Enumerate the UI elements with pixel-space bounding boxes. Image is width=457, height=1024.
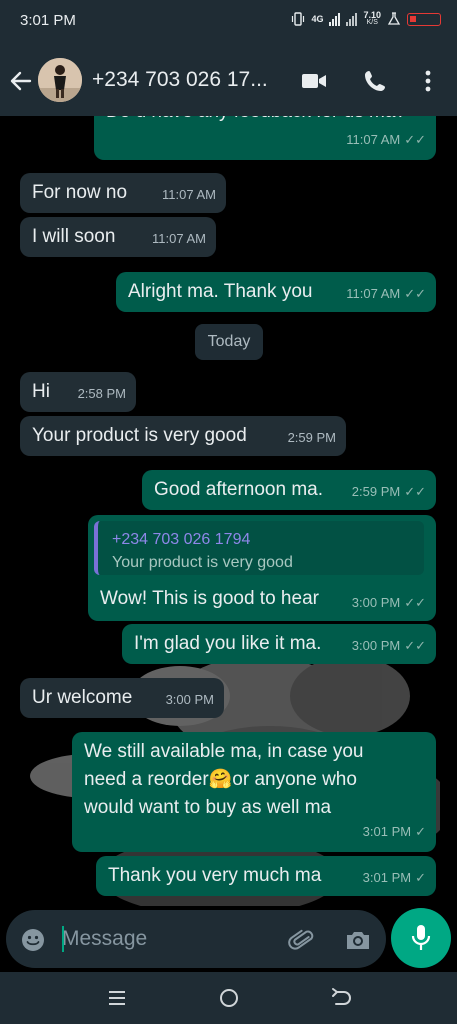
message-bubble-outgoing[interactable]: We still available ma, in case you need …: [72, 732, 436, 852]
message-bubble-incoming[interactable]: Ur welcome 3:00 PM: [20, 678, 224, 718]
double-check-icon: ✓✓: [404, 638, 426, 653]
message-time: 2:58 PM: [77, 386, 126, 401]
chat-area[interactable]: Do u have any feedback for us ma? 11:07 …: [0, 116, 457, 906]
flask-icon: [387, 12, 401, 25]
message-text: Alright ma. Thank you: [128, 281, 313, 302]
more-vertical-icon[interactable]: [418, 68, 438, 94]
message-time: 11:07 AM: [346, 132, 401, 147]
network-speed: 7.10: [363, 10, 381, 20]
recent-apps-icon[interactable]: [104, 986, 130, 1010]
status-time: 3:01 PM: [20, 12, 76, 29]
message-time: 3:01 PM: [362, 824, 412, 839]
message-bubble-outgoing[interactable]: Good afternoon ma. 2:59 PM ✓✓: [142, 470, 436, 510]
status-bar: 3:01 PM 4G 7.10 K/S: [0, 0, 457, 46]
single-check-icon: ✓: [415, 870, 426, 885]
message-bubble-incoming[interactable]: Hi 2:58 PM: [20, 372, 136, 412]
message-bubble-outgoing[interactable]: Do u have any feedback for us ma? 11:07 …: [94, 116, 436, 160]
quoted-message[interactable]: +234 703 026 1794 Your product is very g…: [94, 521, 424, 575]
quoted-text: Your product is very good: [112, 554, 293, 571]
message-input[interactable]: [62, 920, 272, 958]
message-text: Ur welcome: [32, 687, 133, 708]
message-text: For now no: [32, 182, 128, 203]
message-time: 3:00 PM: [351, 595, 401, 610]
message-time: 11:07 AM: [152, 231, 206, 246]
double-check-icon: ✓✓: [404, 132, 426, 147]
message-text: Wow! This is good to hear: [100, 588, 319, 609]
single-check-icon: ✓: [415, 824, 426, 839]
message-text: Hi: [32, 381, 50, 402]
message-time: 11:07 AM: [162, 187, 216, 202]
avatar[interactable]: [38, 58, 82, 102]
double-check-icon: ✓✓: [404, 484, 426, 499]
text-caret: [62, 926, 64, 952]
message-text: Do u have any feedback for us ma?: [106, 116, 406, 124]
vibrate-icon: [292, 12, 305, 26]
contact-name[interactable]: +234 703 026 17...: [92, 68, 268, 92]
composer-bar: [0, 906, 457, 972]
message-time: 3:00 PM: [165, 692, 214, 707]
message-text: I'm glad you like it ma.: [134, 633, 322, 654]
message-text-line: would want to buy as well ma: [84, 797, 332, 818]
signal-icon: [329, 12, 341, 26]
double-check-icon: ✓✓: [404, 286, 426, 301]
phone-icon[interactable]: [362, 68, 390, 94]
message-bubble-incoming[interactable]: I will soon 11:07 AM: [20, 217, 216, 257]
message-time: 3:00 PM: [351, 638, 401, 653]
home-icon[interactable]: [216, 986, 242, 1010]
message-bubble-incoming[interactable]: Your product is very good 2:59 PM: [20, 416, 346, 456]
battery-icon: [407, 12, 441, 26]
message-time: 3:01 PM: [362, 870, 412, 885]
message-text-line: need a reorder🤗or anyone who: [84, 769, 357, 790]
quoted-sender: +234 703 026 1794: [112, 531, 251, 548]
message-bubble-outgoing[interactable]: Alright ma. Thank you 11:07 AM ✓✓: [116, 272, 436, 312]
voice-message-button[interactable]: [391, 908, 451, 968]
back-icon[interactable]: [328, 986, 354, 1010]
message-bubble-outgoing[interactable]: I'm glad you like it ma. 3:00 PM ✓✓: [122, 624, 436, 664]
message-text: Thank you very much ma: [108, 865, 322, 886]
microphone-icon: [411, 925, 431, 950]
video-call-icon[interactable]: [300, 68, 328, 94]
message-text: I will soon: [32, 226, 116, 247]
composer-pill[interactable]: [6, 910, 386, 968]
message-text: Your product is very good: [32, 425, 247, 446]
attachment-icon[interactable]: [288, 926, 316, 954]
message-time: 11:07 AM: [346, 286, 401, 301]
message-text-line: We still available ma, in case you: [84, 741, 364, 762]
back-arrow-icon[interactable]: [8, 68, 34, 94]
camera-icon[interactable]: [344, 927, 372, 953]
chat-header: +234 703 026 17...: [0, 46, 457, 116]
date-divider: Today: [195, 324, 263, 360]
message-bubble-outgoing[interactable]: Thank you very much ma 3:01 PM ✓: [96, 856, 436, 896]
double-check-icon: ✓✓: [404, 595, 426, 610]
signal-2-icon: [346, 12, 358, 26]
network-speed-unit: K/S: [366, 19, 378, 26]
message-text: Good afternoon ma.: [154, 479, 323, 500]
system-nav-bar: [0, 972, 457, 1024]
emoji-icon[interactable]: [20, 927, 46, 953]
status-icons: 4G 7.10 K/S: [291, 11, 441, 27]
message-time: 2:59 PM: [287, 430, 336, 445]
message-bubble-incoming[interactable]: For now no 11:07 AM: [20, 173, 226, 213]
network-type: 4G: [311, 14, 324, 24]
message-time: 2:59 PM: [351, 484, 401, 499]
message-bubble-outgoing-reply[interactable]: +234 703 026 1794 Your product is very g…: [88, 515, 436, 621]
